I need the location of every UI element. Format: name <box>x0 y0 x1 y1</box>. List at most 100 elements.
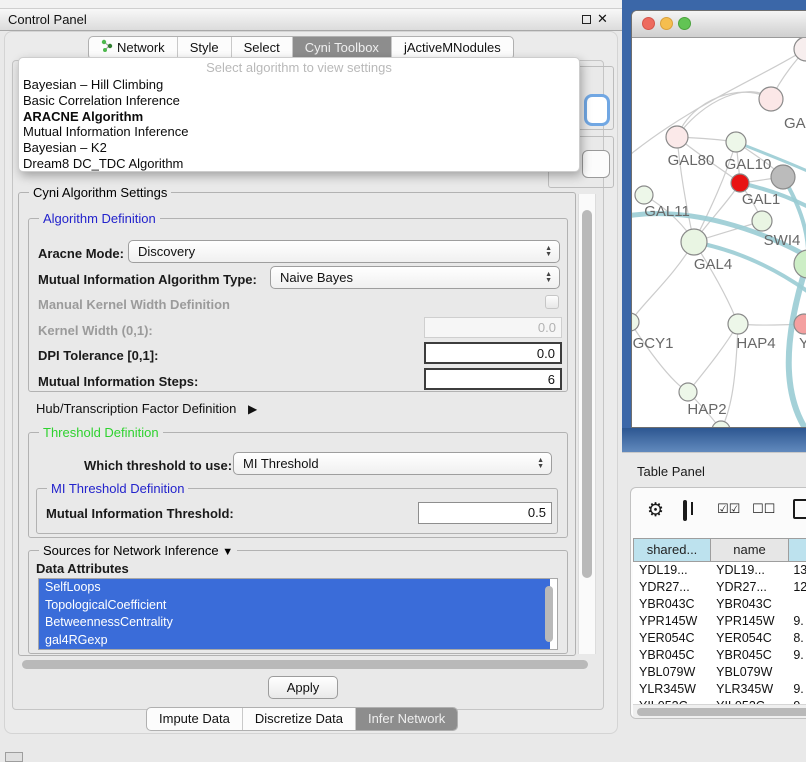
menu-item-bayesian-hill-climbing[interactable]: Bayesian – Hill Climbing <box>19 77 579 93</box>
tab-network[interactable]: Network <box>89 37 177 59</box>
network-node-gal4[interactable] <box>681 229 707 255</box>
list-item-selected[interactable]: TopologicalCoefficient <box>39 597 550 615</box>
stepper-arrows-icon: ▲▼ <box>537 458 544 470</box>
tab-infer-network[interactable]: Infer Network <box>355 708 457 730</box>
network-edge <box>694 242 738 324</box>
network-node-hap2[interactable] <box>679 383 697 401</box>
table-cell: YBR045C <box>633 647 710 664</box>
column-header-shared-name[interactable]: shared... <box>633 538 711 562</box>
menu-item-bayesian-k2[interactable]: Bayesian – K2 <box>19 140 579 156</box>
mi-threshold-field[interactable]: 0.5 <box>418 502 552 524</box>
expander-down-arrow-icon[interactable]: ▼ <box>222 546 233 558</box>
which-threshold-select[interactable]: MI Threshold ▲▼ <box>233 452 552 475</box>
network-node[interactable] <box>794 250 806 278</box>
table-cell: YER054C <box>633 630 710 647</box>
tab-discretize-data-label: Discretize Data <box>255 708 343 730</box>
network-edge <box>632 242 694 322</box>
tab-cyni-toolbox-label: Cyni Toolbox <box>305 37 379 59</box>
list-item-selected[interactable]: gal4RGexp <box>39 632 550 650</box>
tab-style[interactable]: Style <box>177 37 231 59</box>
table-row[interactable]: YPR145WYPR145W9. <box>633 613 806 630</box>
network-node-label: SWI4 <box>764 232 801 249</box>
network-node-label: GAL80 <box>668 152 715 169</box>
table-row[interactable]: YER054CYER054C8. <box>633 630 806 647</box>
table-row[interactable]: YBL079WYBL079W <box>633 664 806 681</box>
tab-jactivemnodules[interactable]: jActiveMNodules <box>391 37 513 59</box>
algorithm-select-popup: Select algorithm to view settings Bayesi… <box>18 57 580 172</box>
zoom-traffic-light[interactable] <box>678 17 691 30</box>
table-cell: YBL079W <box>633 664 710 681</box>
minimize-traffic-light[interactable] <box>660 17 673 30</box>
tab-select[interactable]: Select <box>231 37 292 59</box>
threshold-definition-title: Threshold Definition <box>39 425 163 440</box>
gear-icon[interactable]: ⚙ <box>647 501 664 520</box>
hidden-combobox-fragment <box>582 150 610 178</box>
table-panel: ⚙ ☑☑ ☐☐ shared... name YDL19...YDL19...1… <box>630 487 806 719</box>
unchecked-checkboxes-icon[interactable]: ☐☐ <box>752 501 775 517</box>
table-cell: YPR145W <box>633 613 710 630</box>
network-canvas[interactable]: GALGAL80GAL10GAL1GAL11SWI4GAL4GCY1HAP4YH… <box>632 38 806 428</box>
table-row[interactable]: YDL19...YDL19...13 <box>633 562 806 579</box>
close-traffic-light[interactable] <box>642 17 655 30</box>
dpi-tolerance-field[interactable]: 0.0 <box>424 342 562 364</box>
sources-title-text: Sources for Network Inference <box>43 543 219 558</box>
column-header-partial[interactable] <box>788 538 806 562</box>
manual-kernel-label: Manual Kernel Width Definition <box>38 297 230 312</box>
list-item-selected[interactable]: SelfLoops <box>39 579 550 597</box>
table-cell <box>787 596 806 613</box>
table-cell: YLR345W <box>710 681 787 698</box>
network-node-swi4[interactable] <box>752 211 772 231</box>
split-columns-icon[interactable] <box>683 500 687 521</box>
network-window: GALGAL80GAL10GAL1GAL11SWI4GAL4GCY1HAP4YH… <box>631 10 806 428</box>
list-item-selected[interactable]: BetweennessCentrality <box>39 614 550 632</box>
network-edge <box>632 322 688 392</box>
mi-type-value: Naive Bayes <box>280 270 353 285</box>
network-node[interactable] <box>771 165 795 189</box>
checked-checkboxes-icon[interactable]: ☑☑ <box>717 501 740 517</box>
tab-impute-data-label: Impute Data <box>159 708 230 730</box>
menu-item-aracne[interactable]: ARACNE Algorithm <box>19 109 579 125</box>
table-row[interactable]: YDR27...YDR27...12 <box>633 579 806 596</box>
table-hscrollbar-track[interactable] <box>633 704 806 719</box>
network-node-gal[interactable] <box>759 87 783 111</box>
menu-item-mutual-information[interactable]: Mutual Information Inference <box>19 124 579 140</box>
table-hscrollbar-thumb[interactable] <box>637 708 806 716</box>
menu-item-dream8[interactable]: Dream8 DC_TDC Algorithm <box>19 156 579 172</box>
network-node-label: HAP2 <box>687 401 726 418</box>
network-node-gal10[interactable] <box>726 132 746 152</box>
network-node[interactable] <box>794 38 806 61</box>
mi-type-select[interactable]: Naive Bayes ▲▼ <box>270 266 560 289</box>
tab-cyni-toolbox[interactable]: Cyni Toolbox <box>292 37 391 59</box>
table-cell: 9. <box>787 681 806 698</box>
aracne-mode-label: Aracne Mode: <box>38 246 124 261</box>
hub-definition-expander[interactable]: Hub/Transcription Factor Definition ▶ <box>36 401 257 416</box>
network-node-gcy1[interactable] <box>632 313 639 331</box>
aracne-mode-select[interactable]: Discovery ▲▼ <box>128 240 560 263</box>
window-top-strip <box>0 0 622 8</box>
table-row[interactable]: YLR345WYLR345W9. <box>633 681 806 698</box>
network-node-gal11[interactable] <box>635 186 653 204</box>
tab-impute-data[interactable]: Impute Data <box>147 708 242 730</box>
table-row[interactable]: YBR043CYBR043C <box>633 596 806 613</box>
hidden-combobox-focus-fragment <box>584 94 610 126</box>
network-node-hap4[interactable] <box>728 314 748 334</box>
close-icon[interactable]: ✕ <box>597 11 608 27</box>
mi-steps-field[interactable]: 6 <box>424 368 562 390</box>
settings-scrollbar-thumb[interactable] <box>582 210 592 578</box>
sources-group-title: Sources for Network Inference ▼ <box>39 543 237 558</box>
tab-discretize-data[interactable]: Discretize Data <box>242 708 355 730</box>
float-window-icon[interactable] <box>582 15 591 24</box>
table-row[interactable]: YBR045CYBR045C9. <box>633 647 806 664</box>
table-cell: 8. <box>787 630 806 647</box>
cyni-mode-tabbar: Impute Data Discretize Data Infer Networ… <box>146 707 458 731</box>
document-icon[interactable] <box>793 499 806 519</box>
menu-item-basic-correlation[interactable]: Basic Correlation Inference <box>19 93 579 109</box>
network-node-gal80[interactable] <box>666 126 688 148</box>
column-header-name[interactable]: name <box>710 538 789 562</box>
apply-button[interactable]: Apply <box>268 676 338 699</box>
kernel-width-field: 0.0 <box>424 317 562 338</box>
settings-hscrollbar-thumb[interactable] <box>22 660 588 669</box>
list-scrollbar-thumb[interactable] <box>545 586 553 642</box>
network-node-gal1[interactable] <box>731 174 749 192</box>
stepper-arrows-icon: ▲▼ <box>545 272 552 284</box>
